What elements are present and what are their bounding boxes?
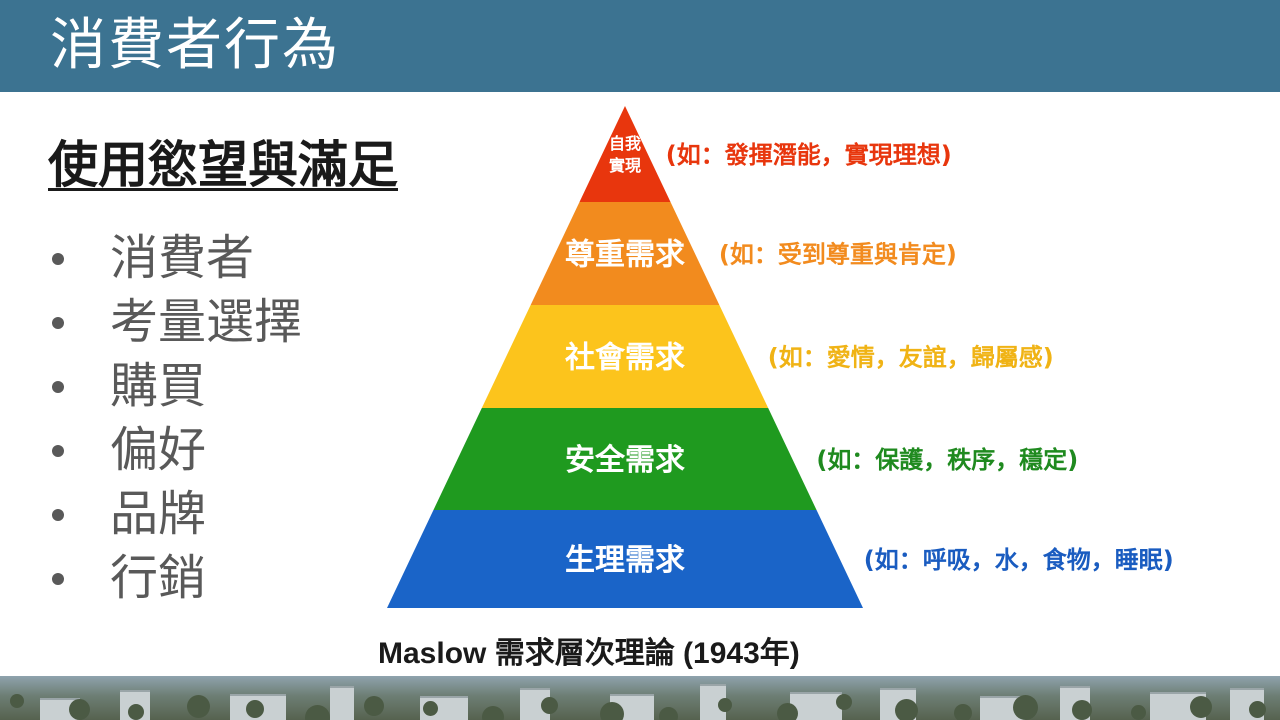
footer-tree (69, 699, 90, 720)
footer-tree (1013, 695, 1038, 720)
footer-tree (836, 694, 852, 710)
pyramid-caption: Maslow 需求層次理論 (1943年) (378, 637, 800, 670)
footer-tree (246, 700, 264, 718)
footer-tree (1190, 696, 1212, 718)
footer-building (790, 692, 842, 720)
pyramid-level-note: (如：呼吸，水，食物，睡眠) (864, 546, 1174, 574)
footer-tree (954, 704, 972, 720)
pyramid-level-label: 自我 (609, 134, 641, 153)
footer-tree (364, 696, 384, 716)
footer-building (330, 686, 354, 720)
pyramid-level-label: 生理需求 (565, 543, 685, 578)
pyramid-level-1 (579, 106, 671, 202)
footer-tree (895, 699, 918, 720)
pyramid-level-note: (如：發揮潛能，實現理想) (666, 141, 952, 169)
pyramid-level-note: (如：保護，秩序，穩定) (816, 446, 1078, 474)
footer-city-photo-strip (0, 676, 1280, 720)
footer-tree (482, 706, 504, 720)
footer-tree (423, 701, 438, 716)
pyramid-level-note: (如：愛情，友誼，歸屬感) (768, 344, 1054, 372)
pyramid-level-note: (如：受到尊重與肯定) (719, 241, 957, 269)
footer-tree (541, 697, 558, 714)
footer-tree (1249, 701, 1266, 718)
footer-tree (128, 704, 144, 720)
footer-tree (600, 702, 624, 720)
pyramid-level-label: 安全需求 (565, 443, 685, 478)
pyramid-level-label: 社會需求 (565, 340, 685, 375)
pyramid-level-label: 尊重需求 (565, 237, 685, 272)
footer-tree (305, 705, 330, 720)
maslow-pyramid: 自我實現 (如：發揮潛能，實現理想) 尊重需求 (如：受到尊重與肯定) 社會需求 (如：愛… (387, 106, 1174, 608)
footer-tree (718, 698, 732, 712)
footer-tree (1072, 700, 1092, 720)
footer-tree (1131, 705, 1146, 720)
pyramid-level-label: 實現 (609, 156, 641, 175)
footer-tree (659, 707, 678, 720)
footer-tree (187, 695, 210, 718)
footer-tree (10, 694, 24, 708)
footer-tree (777, 703, 798, 720)
